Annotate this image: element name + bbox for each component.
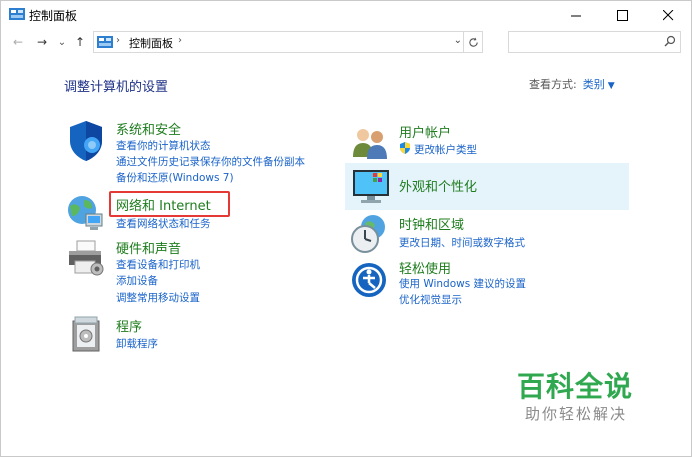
user-accounts-title[interactable]: 用户帐户 — [399, 122, 451, 141]
optimize-visual-display-link[interactable]: 优化视觉显示 — [399, 292, 462, 307]
maximize-icon — [616, 9, 628, 21]
uninstall-program-link[interactable]: 卸载程序 — [116, 336, 158, 351]
navigation-bar: ← → ⌄ ↑ › 控制面板 › ⌄ — [1, 30, 691, 54]
recommended-settings-link[interactable]: 使用 Windows 建议的设置 — [399, 276, 526, 291]
up-arrow-icon: ↑ — [74, 35, 86, 49]
hardware-sound-title[interactable]: 硬件和声音 — [116, 238, 181, 257]
file-history-link[interactable]: 通过文件历史记录保存你的文件备份副本 — [116, 154, 305, 169]
users-icon[interactable] — [350, 125, 390, 159]
view-computer-status-link[interactable]: 查看你的计算机状态 — [116, 138, 211, 153]
search-box[interactable] — [508, 31, 681, 54]
clock-region-title[interactable]: 时钟和区域 — [399, 214, 464, 233]
breadcrumb-separator-icon[interactable]: › — [178, 35, 182, 46]
add-device-link[interactable]: 添加设备 — [116, 273, 158, 288]
control-panel-window: 控制面板 ← → ⌄ ↑ › 控制面板 › ⌄ 调整计算机的设置 查看方式: 类… — [0, 0, 692, 457]
ease-of-access-icon[interactable] — [350, 261, 388, 299]
appearance-personalization-title[interactable]: 外观和个性化 — [399, 176, 477, 195]
view-by-control: 查看方式: 类别 ▼ — [529, 76, 615, 92]
forward-arrow-icon: → — [36, 35, 48, 49]
up-button[interactable]: ↑ — [71, 33, 89, 51]
programs-icon[interactable] — [69, 315, 105, 353]
view-devices-printers-link[interactable]: 查看设备和打印机 — [116, 257, 200, 272]
view-network-status-link[interactable]: 查看网络状态和任务 — [116, 216, 211, 231]
search-icon[interactable] — [664, 35, 676, 47]
close-icon — [662, 9, 673, 20]
address-bar[interactable]: › 控制面板 › ⌄ — [93, 31, 483, 53]
mobility-settings-link[interactable]: 调整常用移动设置 — [116, 290, 200, 305]
printer-icon[interactable] — [65, 239, 107, 279]
view-by-value-link[interactable]: 类别 — [583, 78, 605, 91]
breadcrumb-control-panel[interactable]: 控制面板 — [129, 35, 173, 51]
view-by-dropdown-icon[interactable]: ▼ — [608, 81, 615, 91]
back-button[interactable]: ← — [9, 33, 27, 51]
shield-icon[interactable] — [66, 119, 106, 163]
refresh-button[interactable] — [463, 32, 482, 52]
control-panel-app-icon — [9, 8, 25, 20]
refresh-icon — [468, 36, 478, 47]
change-account-type-link[interactable]: 更改帐户类型 — [414, 142, 477, 157]
display-icon[interactable] — [351, 166, 391, 206]
minimize-icon — [570, 15, 581, 16]
page-heading: 调整计算机的设置 — [64, 80, 169, 95]
breadcrumb-separator-icon[interactable]: › — [116, 35, 120, 46]
control-panel-small-icon — [97, 36, 113, 48]
chevron-down-icon: ⌄ — [57, 36, 67, 48]
watermark-slogan: 助你轻松解决 — [525, 405, 628, 423]
view-by-label: 查看方式: — [529, 78, 577, 91]
programs-title[interactable]: 程序 — [116, 316, 142, 335]
window-title: 控制面板 — [29, 9, 78, 23]
watermark-logo-text: 百科全说 — [517, 370, 634, 403]
system-security-title[interactable]: 系统和安全 — [116, 119, 181, 138]
title-bar: 控制面板 — [1, 1, 691, 29]
address-dropdown-icon[interactable]: ⌄ — [454, 35, 462, 46]
red-highlight-box — [109, 191, 230, 217]
minimize-button[interactable] — [553, 1, 599, 29]
backup-restore-link[interactable]: 备份和还原(Windows 7) — [116, 170, 234, 185]
globe-network-icon[interactable] — [64, 192, 106, 234]
back-arrow-icon: ← — [12, 35, 24, 49]
recent-locations-button[interactable]: ⌄ — [53, 33, 71, 51]
ease-of-access-title[interactable]: 轻松使用 — [399, 258, 451, 277]
uac-shield-icon — [400, 142, 410, 154]
close-button[interactable] — [645, 1, 691, 29]
maximize-button[interactable] — [599, 1, 645, 29]
clock-globe-icon[interactable] — [349, 213, 389, 255]
search-input[interactable] — [513, 34, 657, 54]
forward-button[interactable]: → — [33, 33, 51, 51]
change-date-time-format-link[interactable]: 更改日期、时间或数字格式 — [399, 235, 525, 250]
